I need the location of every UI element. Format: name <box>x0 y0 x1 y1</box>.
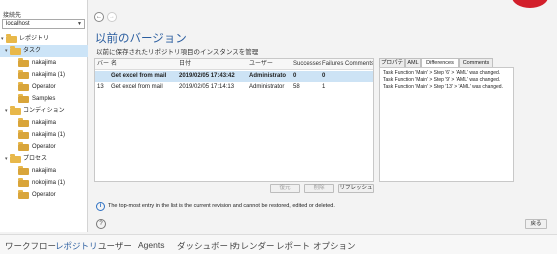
tree-node-label: nakajima <box>32 120 57 126</box>
folder-icon <box>18 94 29 103</box>
differences-panel: Task Function 'Main' > Step '6' > 'AML' … <box>379 67 514 182</box>
table-row[interactable]: Get excel from mail 2019/02/05 17:43:42 … <box>95 71 373 82</box>
tree-node-item[interactable]: nakajima (1) <box>0 69 88 81</box>
versions-table: バー 名 日付 ユーザー Successes Failures Comments… <box>94 58 374 182</box>
tree-node-label: Operator <box>32 192 56 198</box>
tree-node-label: タスク <box>23 48 42 54</box>
tree-node-item[interactable]: Operator <box>0 81 88 93</box>
tree-node-item[interactable]: Operator <box>0 141 88 153</box>
column-header[interactable]: Failures <box>322 59 346 70</box>
difference-line: Task Function 'Main' > Step '13' > 'AML'… <box>383 84 503 90</box>
tree-node-label: nakajima (1) <box>32 72 66 78</box>
left-pane: 接続先 localhost ▼ ▾ レポジトリ ▾ タスク nakajima n… <box>0 0 88 232</box>
delete-button[interactable]: 削除 <box>304 184 334 193</box>
folder-icon <box>18 166 29 175</box>
tree-node-item[interactable]: Samples <box>0 93 88 105</box>
cell-successes: 0 <box>293 73 297 79</box>
repository-tree: ▾ レポジトリ ▾ タスク nakajima nakajima (1) Oper… <box>0 33 88 201</box>
refresh-button[interactable]: リフレッシュ <box>338 184 374 193</box>
connection-value: localhost <box>6 21 30 27</box>
info-text: The top-most entry in the list is the cu… <box>108 203 335 209</box>
tree-node-tasks[interactable]: ▾ タスク <box>0 45 88 57</box>
tree-node-item[interactable]: nakajima (1) <box>0 129 88 141</box>
cell-user: Administrato <box>249 73 287 79</box>
tree-node-conditions[interactable]: ▾ コンディション <box>0 105 88 117</box>
tree-node-label: nakajima <box>32 168 57 174</box>
tree-node-item[interactable]: nakajima <box>0 57 88 69</box>
folder-icon <box>6 34 17 43</box>
cell-date: 2019/02/05 17:14:13 <box>179 84 235 90</box>
tree-node-item[interactable]: nakajima <box>0 117 88 129</box>
nav-repository[interactable]: レポジトリ <box>55 240 98 252</box>
cell-date: 2019/02/05 17:43:42 <box>179 73 235 79</box>
table-row[interactable]: 13 Get excel from mail 2019/02/05 17:14:… <box>95 82 373 93</box>
difference-line: Task Function 'Main' > Step '6' > 'AML' … <box>383 70 501 76</box>
cell-user: Administrator <box>249 84 285 90</box>
tree-node-label: nokojima (1) <box>32 180 66 186</box>
page-title: 以前のバージョン <box>95 33 187 45</box>
tree-node-item[interactable]: Operator <box>0 189 88 201</box>
back-button[interactable]: 戻る <box>525 219 547 229</box>
table-header-row: バー 名 日付 ユーザー Successes Failures Comments <box>95 59 373 70</box>
connection-select[interactable]: localhost ▼ <box>2 19 85 29</box>
forward-arrow-icon[interactable]: → <box>106 12 117 22</box>
folder-icon <box>10 154 21 163</box>
history-nav: ← → <box>94 12 118 22</box>
cell-successes: 58 <box>293 84 300 90</box>
cell-name: Get excel from mail <box>111 73 167 79</box>
tree-node-label: Operator <box>32 84 56 90</box>
folder-icon <box>18 118 29 127</box>
difference-line: Task Function 'Main' > Step '9' > 'AML' … <box>383 77 501 83</box>
tree-node-item[interactable]: nokojima (1) <box>0 177 88 189</box>
chevron-down-icon: ▼ <box>77 21 82 27</box>
folder-icon <box>18 130 29 139</box>
column-header[interactable]: Comments <box>345 59 373 70</box>
nav-agents[interactable]: Agents <box>138 240 164 250</box>
folder-icon <box>18 142 29 151</box>
tree-node-label: コンディション <box>23 108 65 114</box>
folder-icon <box>18 178 29 187</box>
nav-workflow[interactable]: ワークフロー <box>5 240 56 252</box>
tree-node-label: レポジトリ <box>19 36 50 42</box>
nav-dashboard[interactable]: ダッシュボード <box>177 240 237 252</box>
brand-corner-badge <box>512 0 548 8</box>
page-subtitle: 以前に保存されたリポジトリ項目のインスタンスを管理 <box>96 49 259 56</box>
help-icon[interactable]: ? <box>96 219 106 229</box>
tree-node-label: プロセス <box>23 156 48 162</box>
column-header[interactable]: 日付 <box>179 59 247 70</box>
nav-reports[interactable]: レポート <box>276 240 310 252</box>
info-icon: i <box>96 202 105 211</box>
tree-node-label: nakajima <box>32 60 57 66</box>
cell-name: Get excel from mail <box>111 84 163 90</box>
bottom-navigation: ワークフロー レポジトリ ユーザー Agents ダッシュボード カレンダー レ… <box>0 234 557 254</box>
nav-options[interactable]: オプション <box>313 240 356 252</box>
restore-button[interactable]: 復元 <box>270 184 300 193</box>
column-header[interactable]: ユーザー <box>249 59 293 70</box>
nav-users[interactable]: ユーザー <box>98 240 132 252</box>
tree-node-label: nakajima (1) <box>32 132 66 138</box>
cell-failures: 0 <box>322 73 326 79</box>
tree-node-label: Operator <box>32 144 56 150</box>
cell-failures: 1 <box>322 84 326 90</box>
folder-icon <box>18 58 29 67</box>
folder-icon <box>10 46 21 55</box>
column-header[interactable]: バー <box>97 59 109 70</box>
folder-icon <box>10 106 21 115</box>
tree-node-label: Samples <box>32 96 56 102</box>
folder-icon <box>18 190 29 199</box>
back-arrow-icon[interactable]: ← <box>94 12 104 22</box>
cell-version: 13 <box>97 84 104 90</box>
column-header[interactable]: 名 <box>111 59 175 70</box>
folder-icon <box>18 70 29 79</box>
tree-node-processes[interactable]: ▾ プロセス <box>0 153 88 165</box>
connection-label: 接続先 <box>3 13 22 19</box>
column-header[interactable]: Successes <box>293 59 321 70</box>
folder-icon <box>18 82 29 91</box>
nav-calendar[interactable]: カレンダー <box>232 240 275 252</box>
tree-node-item[interactable]: nakajima <box>0 165 88 177</box>
tree-node-repository[interactable]: ▾ レポジトリ <box>0 33 88 45</box>
